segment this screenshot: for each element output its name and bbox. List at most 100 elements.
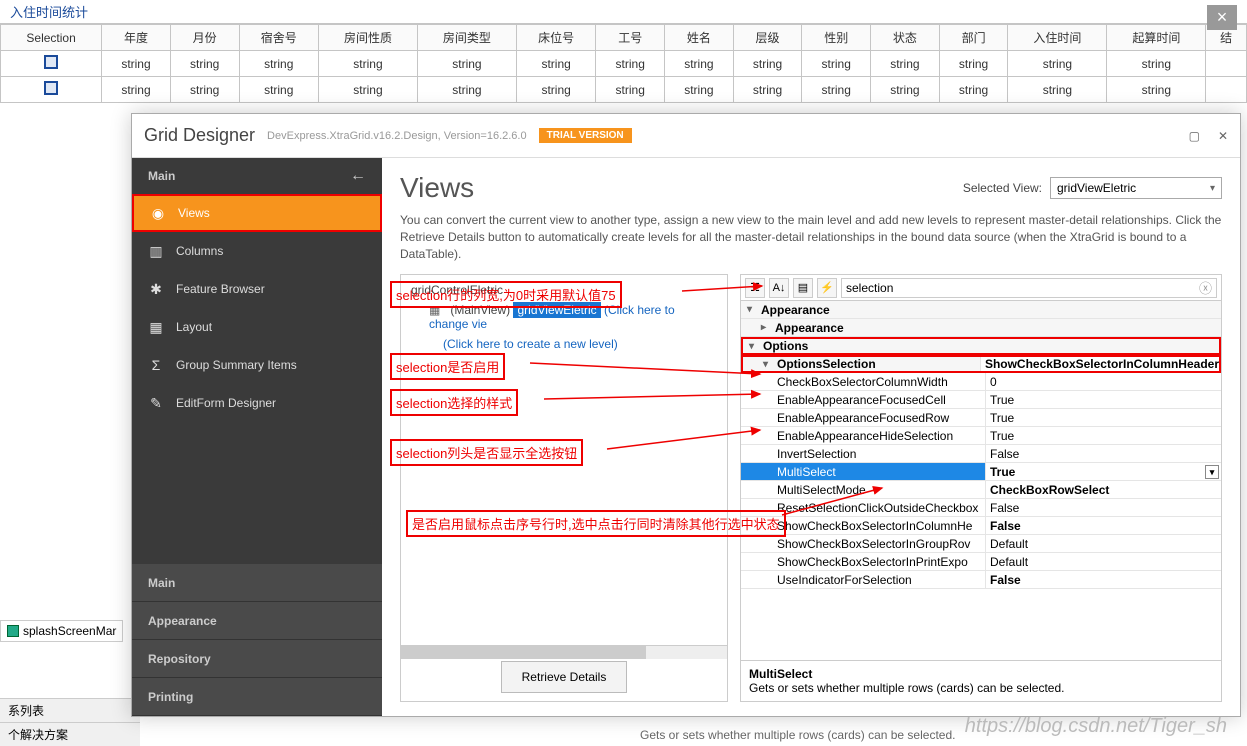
data-grid[interactable]: Selection年度月份宿舍号房间性质房间类型床位号工号姓名层级性别状态部门入… — [0, 24, 1247, 103]
table-cell[interactable]: string — [802, 51, 871, 77]
table-cell[interactable]: string — [1008, 77, 1107, 103]
table-cell[interactable]: string — [170, 77, 239, 103]
table-cell[interactable]: string — [939, 51, 1008, 77]
splash-item[interactable]: splashScreenMar — [0, 620, 123, 642]
table-cell[interactable] — [1, 51, 102, 77]
column-header[interactable]: 性别 — [802, 25, 871, 51]
retrieve-details-button[interactable]: Retrieve Details — [501, 661, 628, 693]
prop-row[interactable]: EnableAppearanceHideSelectionTrue — [741, 427, 1221, 445]
column-header[interactable]: Selection — [1, 25, 102, 51]
table-cell[interactable]: string — [102, 77, 171, 103]
prop-row[interactable]: CheckBoxSelectorColumnWidth0 — [741, 373, 1221, 391]
events-icon[interactable]: ⚡ — [817, 278, 837, 298]
page-description: You can convert the current view to anot… — [400, 212, 1222, 262]
prop-category[interactable]: ▾Options — [741, 337, 1221, 355]
views-tree[interactable]: gridControlEletric ▦ (MainView) gridView… — [400, 274, 728, 702]
column-header[interactable]: 月份 — [170, 25, 239, 51]
table-cell[interactable]: string — [239, 51, 318, 77]
prop-row[interactable]: InvertSelectionFalse — [741, 445, 1221, 463]
column-header[interactable]: 房间类型 — [417, 25, 516, 51]
table-cell[interactable] — [1206, 51, 1247, 77]
table-cell[interactable]: string — [733, 51, 802, 77]
nav-section-main[interactable]: Main — [132, 564, 382, 602]
nav-section-repository[interactable]: Repository — [132, 640, 382, 678]
selected-view-combo[interactable]: gridViewEletric ▾ — [1050, 177, 1222, 199]
column-header[interactable]: 宿舍号 — [239, 25, 318, 51]
property-search-input[interactable]: selection ⓧ — [841, 278, 1217, 298]
table-cell[interactable]: string — [1107, 77, 1206, 103]
table-cell[interactable]: string — [665, 51, 734, 77]
close-icon[interactable]: × — [1207, 5, 1237, 30]
column-header[interactable]: 部门 — [939, 25, 1008, 51]
prop-row[interactable]: EnableAppearanceFocusedCellTrue — [741, 391, 1221, 409]
table-cell[interactable]: string — [516, 51, 595, 77]
table-cell[interactable]: string — [318, 51, 417, 77]
tab-series[interactable]: 系列表 — [0, 698, 140, 722]
prop-row[interactable]: MultiSelectTrue▾ — [741, 463, 1221, 481]
table-cell[interactable]: string — [871, 77, 940, 103]
annotation: selection选择的样式 — [390, 389, 518, 416]
prop-category[interactable]: ▸Appearance — [741, 319, 1221, 337]
new-level-link[interactable]: (Click here to create a new level) — [443, 337, 618, 351]
table-cell[interactable]: string — [417, 51, 516, 77]
prop-row[interactable]: ResetSelectionClickOutsideCheckboxFalse — [741, 499, 1221, 517]
selected-view-label: Selected View: — [963, 181, 1042, 195]
sigma-icon: Σ — [148, 357, 164, 373]
row-checkbox[interactable] — [44, 55, 58, 69]
clear-icon[interactable]: ⓧ — [1199, 278, 1212, 297]
prop-category[interactable]: ▾Appearance — [741, 301, 1221, 319]
table-cell[interactable]: string — [516, 77, 595, 103]
pages-icon[interactable]: ▤ — [793, 278, 813, 298]
table-cell[interactable]: string — [417, 77, 516, 103]
column-header[interactable]: 姓名 — [665, 25, 734, 51]
table-cell[interactable]: string — [596, 51, 665, 77]
table-cell[interactable]: string — [802, 77, 871, 103]
nav-section-printing[interactable]: Printing — [132, 678, 382, 716]
table-cell[interactable] — [1206, 77, 1247, 103]
column-header[interactable]: 状态 — [871, 25, 940, 51]
table-cell[interactable]: string — [665, 77, 734, 103]
table-cell[interactable]: string — [871, 51, 940, 77]
column-header[interactable]: 入住时间 — [1008, 25, 1107, 51]
column-header[interactable]: 床位号 — [516, 25, 595, 51]
table-cell[interactable]: string — [1008, 51, 1107, 77]
close-icon[interactable]: ✕ — [1218, 129, 1228, 143]
sort-icon[interactable]: A↓ — [769, 278, 789, 298]
prop-row[interactable]: ShowCheckBoxSelectorInPrintExpoDefault — [741, 553, 1221, 571]
column-header[interactable]: 年度 — [102, 25, 171, 51]
row-checkbox[interactable] — [44, 81, 58, 95]
prop-category[interactable]: ▾OptionsSelectionShowCheckBoxSelectorInC… — [741, 355, 1221, 373]
prop-row[interactable]: EnableAppearanceFocusedRowTrue — [741, 409, 1221, 427]
tab-solution[interactable]: 个解决方案 — [0, 722, 140, 746]
annotation: 是否启用鼠标点击序号行时,选中点击行同时清除其他行选中状态 — [406, 510, 786, 537]
column-header[interactable]: 层级 — [733, 25, 802, 51]
nav-section-appearance[interactable]: Appearance — [132, 602, 382, 640]
prop-row[interactable]: MultiSelectModeCheckBoxRowSelect — [741, 481, 1221, 499]
table-cell[interactable]: string — [239, 77, 318, 103]
chevron-down-icon[interactable]: ▾ — [1205, 465, 1219, 479]
table-cell[interactable]: string — [733, 77, 802, 103]
table-cell[interactable]: string — [939, 77, 1008, 103]
table-cell[interactable]: string — [596, 77, 665, 103]
table-cell[interactable] — [1, 77, 102, 103]
nav-item-editform-designer[interactable]: ✎EditForm Designer — [132, 384, 382, 422]
nav-item-views[interactable]: ◉Views — [132, 194, 382, 232]
nav-item-feature-browser[interactable]: ✱Feature Browser — [132, 270, 382, 308]
table-cell[interactable]: string — [318, 77, 417, 103]
column-header[interactable]: 房间性质 — [318, 25, 417, 51]
table-cell[interactable]: string — [1107, 51, 1206, 77]
nav-item-group-summary-items[interactable]: ΣGroup Summary Items — [132, 346, 382, 384]
prop-row[interactable]: ShowCheckBoxSelectorInColumnHeFalse — [741, 517, 1221, 535]
prop-row[interactable]: UseIndicatorForSelectionFalse — [741, 571, 1221, 589]
categorize-icon[interactable]: ☷ — [745, 278, 765, 298]
prop-row[interactable]: ShowCheckBoxSelectorInGroupRovDefault — [741, 535, 1221, 553]
maximize-icon[interactable]: ▢ — [1189, 129, 1200, 143]
table-cell[interactable]: string — [102, 51, 171, 77]
table-cell[interactable]: string — [170, 51, 239, 77]
back-icon[interactable]: ← — [350, 167, 366, 185]
scrollbar[interactable] — [401, 645, 727, 659]
nav-item-layout[interactable]: ▦Layout — [132, 308, 382, 346]
column-header[interactable]: 起算时间 — [1107, 25, 1206, 51]
column-header[interactable]: 工号 — [596, 25, 665, 51]
nav-item-columns[interactable]: ▥Columns — [132, 232, 382, 270]
